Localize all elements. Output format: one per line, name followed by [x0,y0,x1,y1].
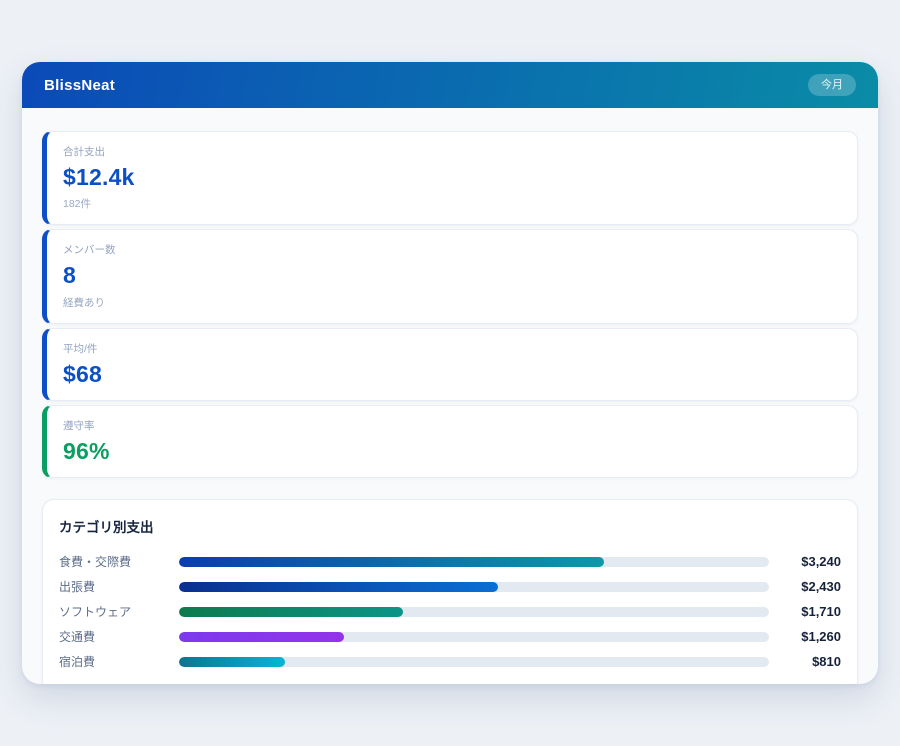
bar-fill [179,607,403,617]
stat-subtext: 182件 [63,196,841,211]
category-row-software: ソフトウェア $1,710 [59,599,841,624]
bar-fill [179,657,285,667]
category-value: $3,240 [781,554,841,569]
bar-track [179,607,769,617]
stat-label: 遵守率 [63,418,841,433]
stat-label: 合計支出 [63,144,841,159]
dashboard-content: 合計支出 $12.4k 182件 メンバー数 8 経費あり 平均/件 $68 遵… [22,108,878,684]
stat-card-compliance-rate: 遵守率 96% [42,405,858,478]
bar-track [179,557,769,567]
stat-value: $68 [63,362,841,387]
stat-value: $12.4k [63,165,841,190]
bar-fill [179,632,344,642]
bar-track [179,657,769,667]
stat-value: 8 [63,263,841,288]
category-breakdown-card: カテゴリ別支出 食費・交際費 $3,240 出張費 $2,430 ソフトウェア … [42,499,858,684]
bar-track [179,632,769,642]
bar-fill [179,582,498,592]
category-label: 交通費 [59,628,179,645]
stat-value: 96% [63,439,841,464]
bar-track [179,582,769,592]
category-row-lodging: 宿泊費 $810 [59,649,841,674]
app-title: BlissNeat [44,77,115,94]
category-label: 出張費 [59,578,179,595]
bar-fill [179,557,604,567]
category-row-business-trip: 出張費 $2,430 [59,574,841,599]
stat-subtext: 経費あり [63,295,841,310]
stat-card-member-count: メンバー数 8 経費あり [42,229,858,323]
category-value: $1,710 [781,604,841,619]
app-header: BlissNeat 今月 [22,62,878,108]
category-label: ソフトウェア [59,603,179,620]
stat-label: メンバー数 [63,242,841,257]
category-value: $1,260 [781,629,841,644]
stat-card-average-per-item: 平均/件 $68 [42,328,858,401]
stat-label: 平均/件 [63,341,841,356]
period-badge[interactable]: 今月 [808,74,856,96]
category-value: $2,430 [781,579,841,594]
category-breakdown-title: カテゴリ別支出 [59,516,841,536]
category-label: 宿泊費 [59,653,179,670]
category-row-transportation: 交通費 $1,260 [59,624,841,649]
category-row-food-entertainment: 食費・交際費 $3,240 [59,549,841,574]
category-label: 食費・交際費 [59,553,179,570]
category-value: $810 [781,654,841,669]
dashboard-panel: BlissNeat 今月 合計支出 $12.4k 182件 メンバー数 8 経費… [22,62,878,684]
stat-card-total-spend: 合計支出 $12.4k 182件 [42,131,858,225]
